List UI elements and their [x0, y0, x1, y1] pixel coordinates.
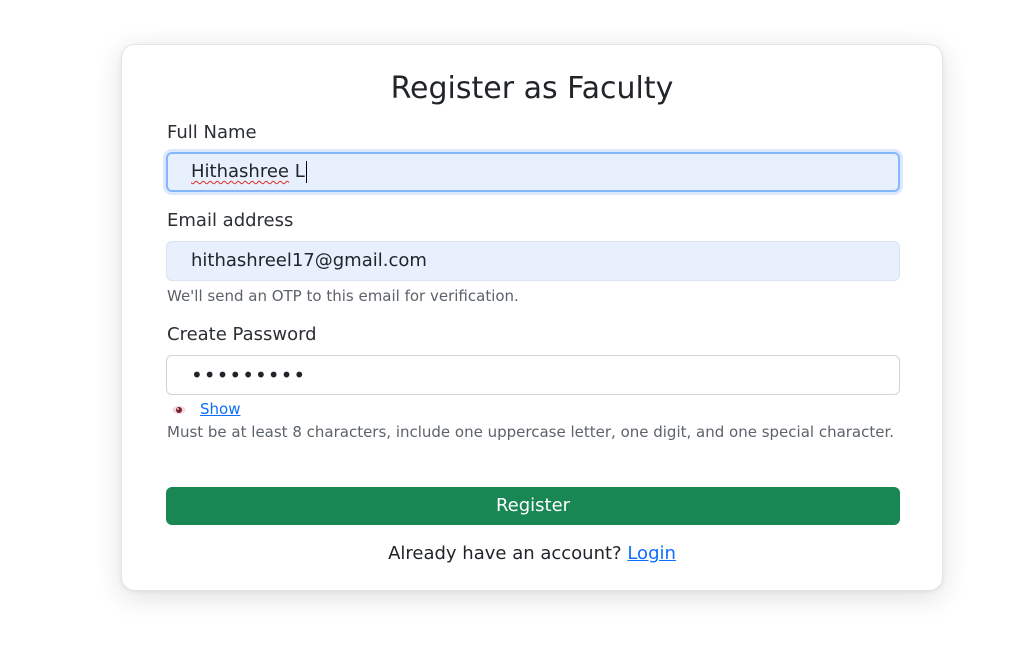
login-prompt: Already have an account? Login	[122, 542, 942, 566]
login-link[interactable]: Login	[627, 543, 676, 564]
email-label: Email address	[167, 210, 294, 231]
full-name-value-rest: L	[288, 161, 305, 182]
register-card: Register as Faculty Full Name Hithashree…	[121, 44, 943, 591]
email-input[interactable]: hithashreel17@gmail.com	[166, 241, 900, 281]
full-name-label: Full Name	[167, 122, 257, 143]
eye-icon	[172, 405, 186, 414]
page-title: Register as Faculty	[390, 71, 674, 106]
password-input[interactable]: •••••••••	[166, 355, 900, 395]
password-label: Create Password	[167, 324, 317, 345]
full-name-input[interactable]: Hithashree L	[166, 152, 900, 192]
email-help-text: We'll send an OTP to this email for veri…	[167, 287, 519, 305]
register-button[interactable]: Register	[166, 487, 900, 525]
full-name-value-misspelled: Hithashree	[191, 161, 289, 182]
password-help-text: Must be at least 8 characters, include o…	[167, 423, 895, 441]
login-prompt-text: Already have an account?	[388, 543, 628, 564]
text-caret	[305, 161, 307, 183]
show-password-label: Show	[200, 400, 241, 418]
show-password-toggle[interactable]: Show	[168, 399, 240, 419]
